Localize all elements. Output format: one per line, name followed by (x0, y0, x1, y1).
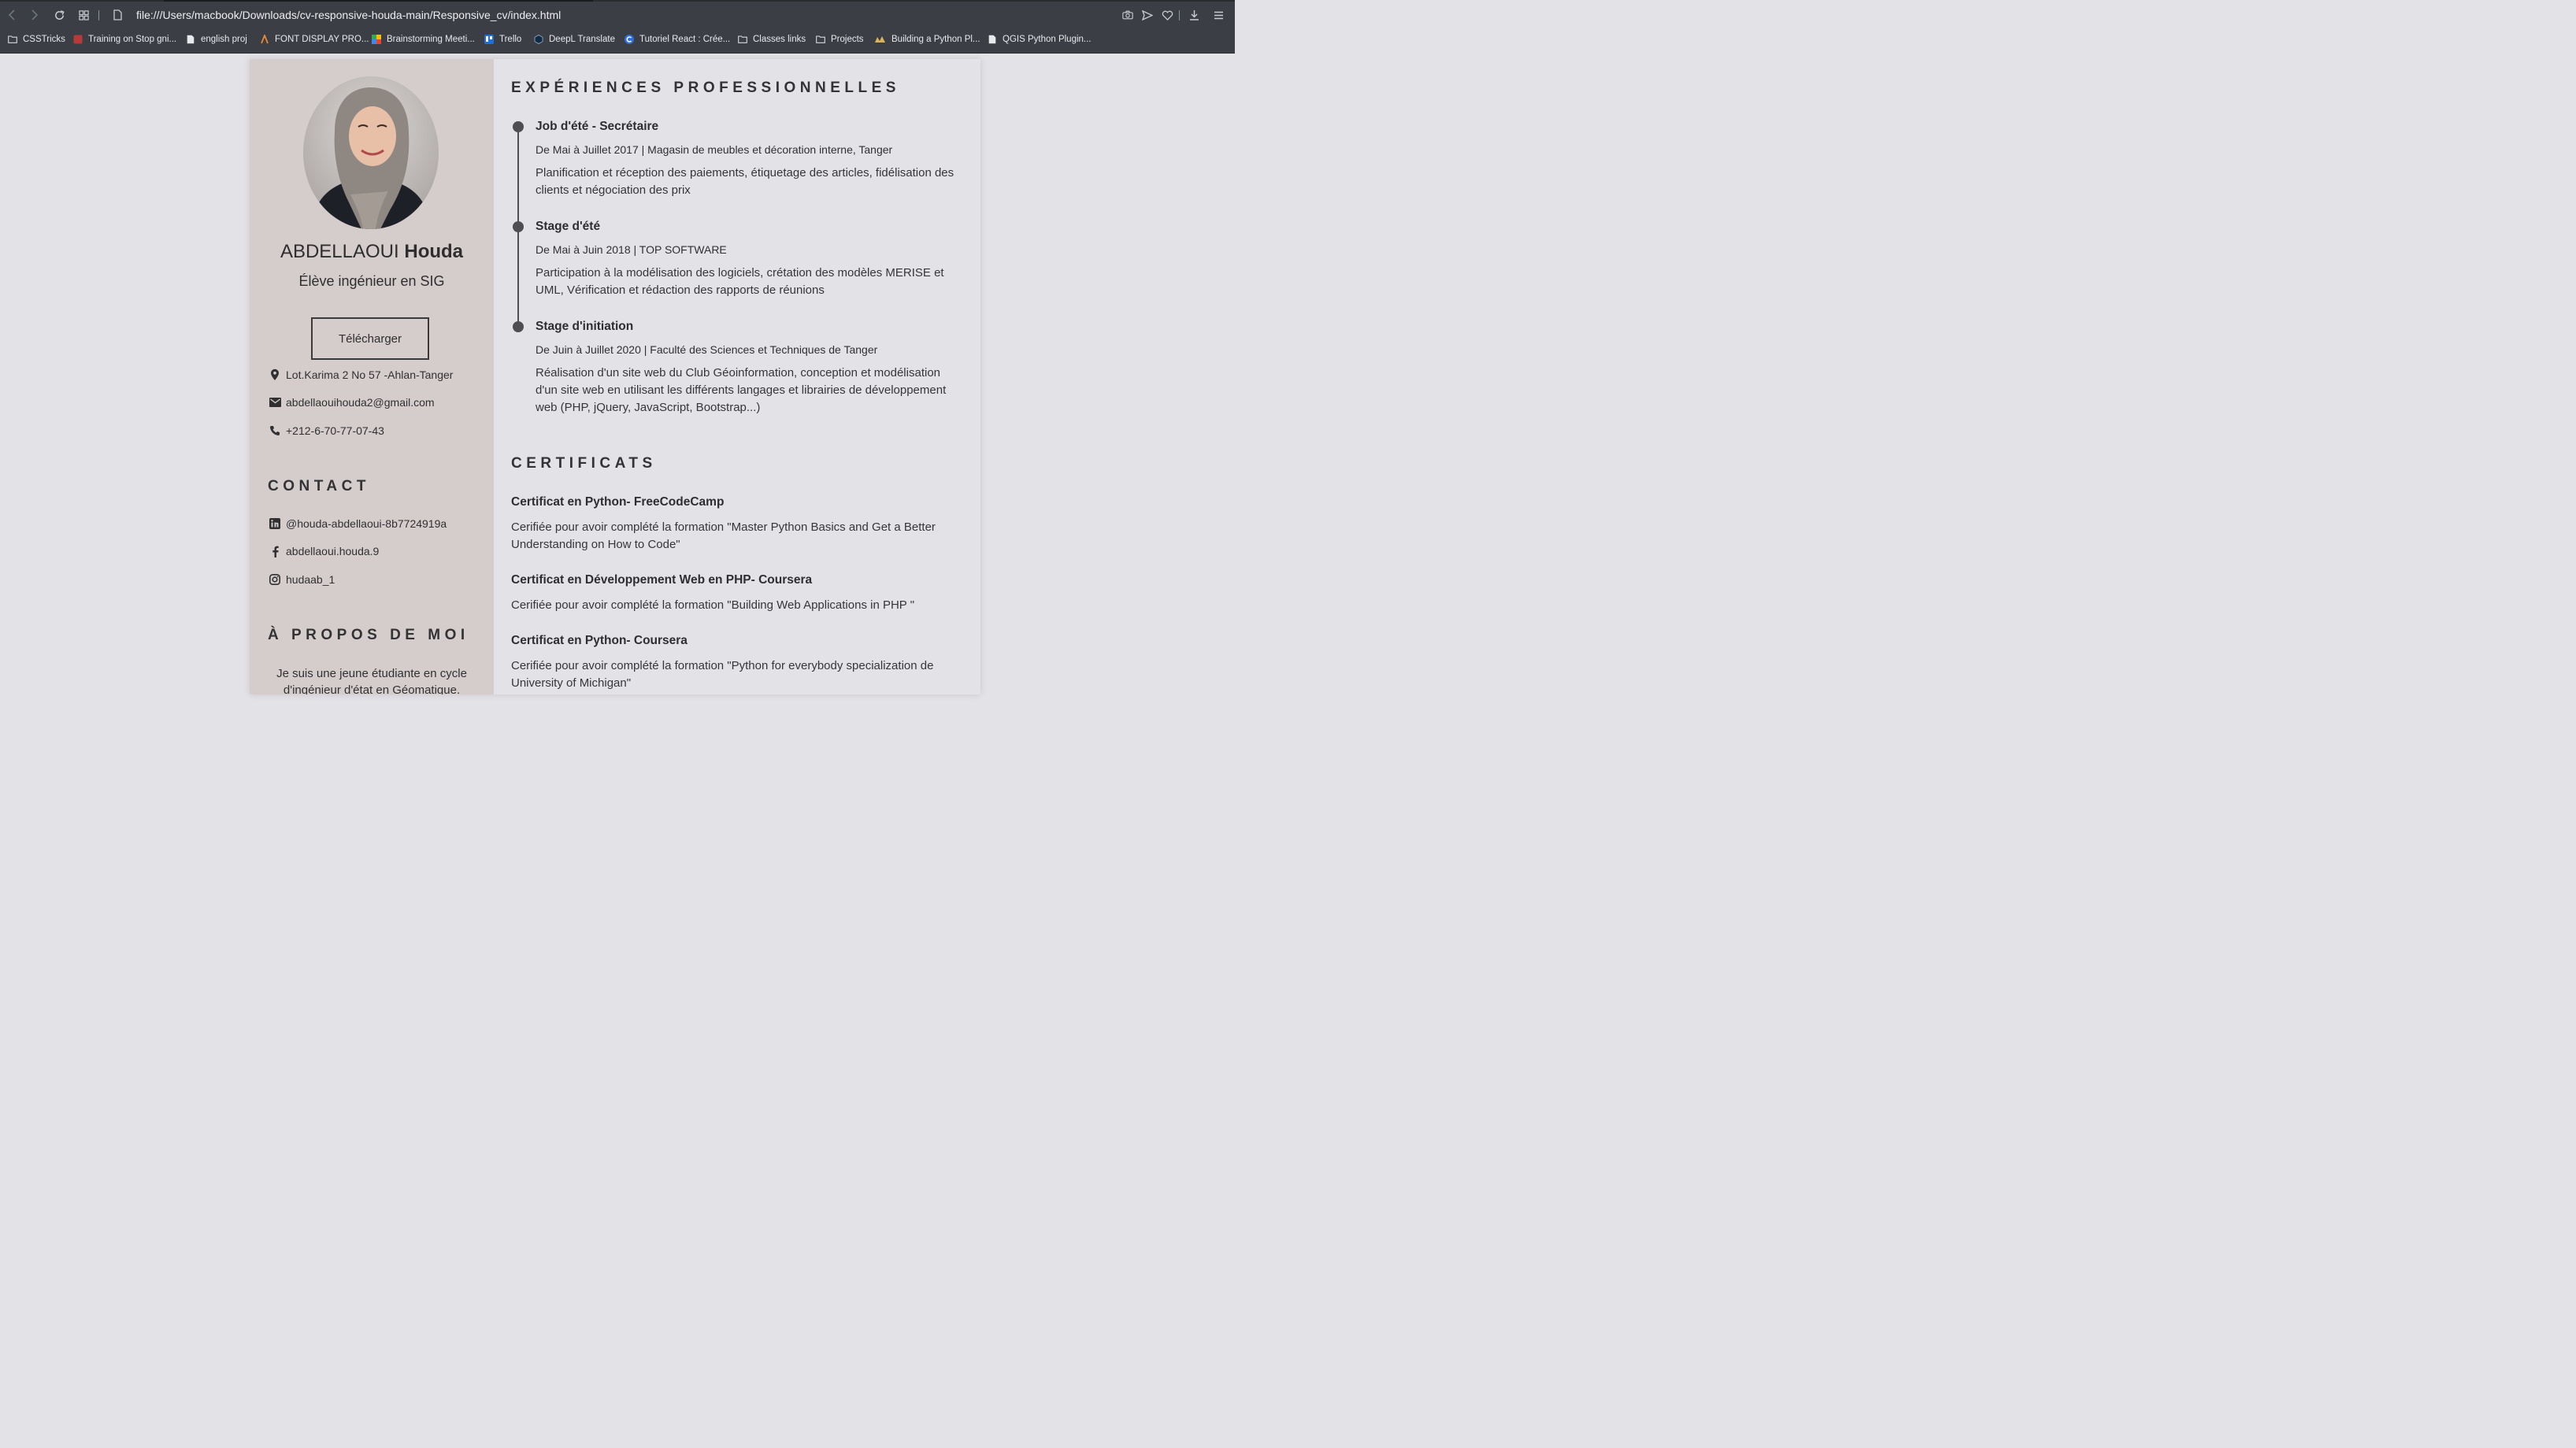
site-favicon-icon (372, 35, 381, 44)
job-meta: De Mai à Juillet 2017 | Magasin de meubl… (536, 143, 893, 156)
deepl-icon (534, 35, 543, 44)
bookmark-item[interactable]: Training on Stop gni... (73, 30, 176, 49)
bookmark-item[interactable]: Projects (816, 30, 864, 49)
phone-text[interactable]: +212-6-70-77-07-43 (286, 424, 384, 437)
tabs-grid-icon[interactable] (76, 3, 91, 27)
timeline-dot (513, 221, 524, 232)
last-name: ABDELLAOUI (280, 241, 399, 262)
job-description: Réalisation d'un site web du Club Géoinf… (536, 366, 947, 414)
bookmark-item[interactable]: Classes links (738, 30, 806, 49)
site-favicon-icon (260, 35, 269, 44)
tab-indicator (0, 0, 1235, 2)
profile-role: Élève ingénieur en SIG (298, 273, 445, 289)
send-icon[interactable] (1140, 3, 1155, 27)
certificate-title: Certificat en Python- Coursera (511, 634, 688, 647)
email-row[interactable]: abdellaouihouda2@gmail.com (269, 394, 435, 411)
facebook-text[interactable]: abdellaoui.houda.9 (286, 545, 379, 557)
contact-title: CONTACT (268, 478, 370, 494)
job-meta: De Mai à Juin 2018 | TOP SOFTWARE (536, 243, 727, 256)
job-title: Job d'été - Secrétaire (536, 120, 659, 133)
instagram-row[interactable]: hudaab_1 (269, 571, 335, 588)
download-icon[interactable] (1187, 3, 1201, 27)
certificate-title: Certificat en Python- FreeCodeCamp (511, 495, 725, 509)
reload-icon[interactable] (52, 3, 66, 27)
toolbar-separator (1179, 10, 1180, 20)
site-favicon-icon (73, 35, 83, 44)
camera-icon[interactable] (1121, 3, 1135, 27)
document-icon (186, 35, 195, 44)
back-icon[interactable] (5, 3, 19, 27)
location-pin-icon (269, 368, 281, 381)
certificate-title: Certificat en Développement Web en PHP- … (511, 573, 813, 587)
instagram-icon (269, 573, 281, 586)
experience-title: EXPÉRIENCES PROFESSIONNELLES (511, 80, 900, 96)
main-content: EXPÉRIENCES PROFESSIONNELLES Job d'été -… (494, 59, 980, 694)
profile-photo (303, 76, 439, 229)
certificates-title: CERTIFICATS (511, 455, 657, 472)
browser-chrome: file:///Users/macbook/Downloads/cv-respo… (0, 0, 1235, 54)
linkedin-row[interactable]: @houda-abdellaoui-8b7724919a (269, 515, 447, 532)
about-text: Je suis une jeune étudiante en cycle d'i… (276, 667, 467, 694)
bookmark-item[interactable]: Brainstorming Meeti... (372, 30, 475, 49)
menu-icon[interactable] (1211, 3, 1225, 27)
email-text[interactable]: abdellaouihouda2@gmail.com (286, 396, 435, 409)
mail-icon (269, 396, 281, 409)
certificate-description: Cerifiée pour avoir complété la formatio… (511, 520, 936, 551)
bookmark-item[interactable]: QGIS Python Plugin... (988, 30, 1092, 49)
job-title: Stage d'été (536, 220, 601, 233)
download-button[interactable]: Télécharger (311, 317, 429, 360)
facebook-row[interactable]: abdellaoui.houda.9 (269, 543, 379, 560)
trello-icon (484, 35, 494, 44)
linkedin-text[interactable]: @houda-abdellaoui-8b7724919a (286, 517, 447, 530)
job-meta: De Juin à Juillet 2020 | Faculté des Sci… (536, 343, 878, 356)
site-favicon-icon (625, 35, 634, 44)
certificate-description: Cerifiée pour avoir complété la formatio… (511, 659, 934, 690)
linkedin-icon (269, 517, 281, 530)
bookmark-item[interactable]: Trello (484, 30, 521, 49)
phone-icon (269, 424, 281, 437)
certificate-description: Cerifiée pour avoir complété la formatio… (511, 598, 915, 612)
sidebar: ABDELLAOUI Houda Élève ingénieur en SIG … (250, 59, 494, 694)
instagram-text[interactable]: hudaab_1 (286, 573, 335, 586)
toolbar-separator (98, 10, 99, 20)
document-icon (988, 35, 997, 44)
job-title: Stage d'initiation (536, 320, 634, 333)
first-name: Houda (404, 241, 464, 262)
heart-icon[interactable] (1160, 3, 1174, 27)
phone-row[interactable]: +212-6-70-77-07-43 (269, 422, 384, 439)
browser-toolbar: file:///Users/macbook/Downloads/cv-respo… (0, 3, 1235, 27)
folder-icon (8, 35, 17, 44)
folder-icon (816, 35, 825, 44)
bookmark-item[interactable]: Building a Python Pl... (874, 30, 980, 49)
timeline-dot (513, 321, 524, 332)
address-text: Lot.Karima 2 No 57 -Ahlan-Tanger (286, 368, 454, 381)
timeline-dot (513, 121, 524, 132)
bookmark-item[interactable]: Tutoriel React : Crée... (625, 30, 730, 49)
address-row: Lot.Karima 2 No 57 -Ahlan-Tanger (269, 366, 453, 383)
address-bar[interactable]: file:///Users/macbook/Downloads/cv-respo… (136, 3, 561, 27)
cv-container: ABDELLAOUI Houda Élève ingénieur en SIG … (250, 59, 980, 694)
job-description: Participation à la modélisation des logi… (536, 266, 944, 297)
site-favicon-icon (874, 35, 886, 44)
about-title: À PROPOS DE MOI (268, 627, 469, 643)
page-icon (111, 3, 124, 27)
facebook-icon (269, 545, 281, 557)
bookmark-item[interactable]: CSSTricks (8, 30, 65, 49)
job-description: Planification et réception des paiements… (536, 166, 954, 197)
folder-icon (738, 35, 747, 44)
forward-icon[interactable] (28, 3, 42, 27)
bookmark-item[interactable]: english proj (186, 30, 247, 49)
bookmark-item[interactable]: DeepL Translate (534, 30, 615, 49)
profile-name: ABDELLAOUI Houda (250, 241, 494, 263)
bookmark-item[interactable]: FONT DISPLAY PRO... (260, 30, 369, 49)
bookmarks-bar: CSSTricks Training on Stop gni... englis… (0, 30, 1235, 49)
